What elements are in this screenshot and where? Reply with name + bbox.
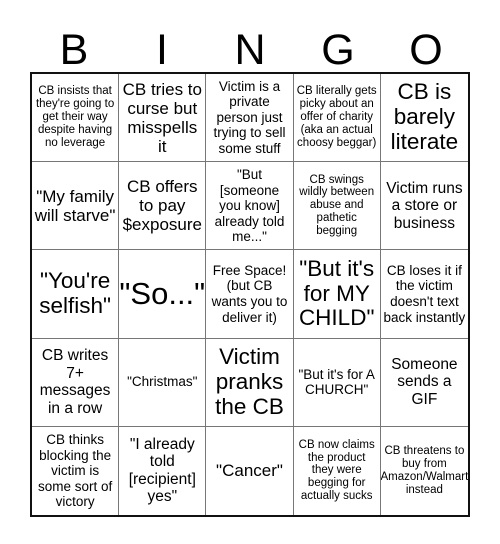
bingo-cell-text: Victim runs a store or business xyxy=(386,179,463,232)
bingo-cell-r2-c5[interactable]: Victim runs a store or business xyxy=(380,162,468,251)
header-letter-b: B xyxy=(59,26,89,74)
header-letter-o: O xyxy=(409,26,443,74)
bingo-cell-r1-c3[interactable]: Victim is a private person just trying t… xyxy=(206,74,294,163)
bingo-cell-r1-c5[interactable]: CB is barely literate xyxy=(380,74,468,163)
bingo-cell-text: Someone sends a GIF xyxy=(391,355,458,408)
bingo-header: B I N G O xyxy=(30,28,470,72)
bingo-cell-r2-c2[interactable]: CB offers to pay $exposure xyxy=(119,162,207,251)
bingo-cell-r4-c5[interactable]: Someone sends a GIF xyxy=(380,339,468,427)
bingo-cell-r5-c5[interactable]: CB threatens to buy from Amazon/Walmart … xyxy=(381,427,468,515)
bingo-cell-text: CB threatens to buy from Amazon/Walmart … xyxy=(380,445,468,496)
bingo-cell-text: CB loses it if the victim doesn't text b… xyxy=(383,262,466,325)
bingo-cell-r5-c1[interactable]: CB thinks blocking the victim is some so… xyxy=(32,426,120,515)
bingo-cell-r3-c5[interactable]: CB loses it if the victim doesn't text b… xyxy=(380,250,468,339)
bingo-cell-text: Victim pranks the CB xyxy=(215,344,284,419)
bingo-cell-text: "But it's for MY CHILD" xyxy=(298,255,375,331)
bingo-cell-r2-c4[interactable]: CB swings wildly between abuse and pathe… xyxy=(293,162,381,251)
bingo-cell-r2-c3[interactable]: "But [someone you know] already told me.… xyxy=(206,162,294,251)
bingo-cell-text: CB is barely literate xyxy=(390,79,459,154)
bingo-cell-text: CB literally gets picky about an offer o… xyxy=(296,85,377,149)
bingo-cell-r4-c1[interactable]: CB writes 7+ messages in a row xyxy=(32,338,120,427)
bingo-cell-text: CB offers to pay $exposure xyxy=(122,177,202,235)
bingo-cell-r5-c3[interactable]: "Cancer" xyxy=(206,426,294,515)
bingo-cell-text: "Christmas" xyxy=(127,374,198,390)
bingo-cell-r4-c3[interactable]: Victim pranks the CB xyxy=(206,338,294,427)
bingo-cell-r2-c1[interactable]: "My family will starve" xyxy=(32,162,120,251)
header-letter-i: I xyxy=(156,26,168,74)
bingo-cell-r3-c1[interactable]: "You're selfish" xyxy=(32,250,120,339)
bingo-cell-text: CB thinks blocking the victim is some so… xyxy=(37,432,113,510)
bingo-cell-r5-c2[interactable]: "I already told [recipient] yes" xyxy=(119,426,207,515)
bingo-cell-r3-c4[interactable]: "But it's for MY CHILD" xyxy=(293,250,381,339)
bingo-cell-r3-c2[interactable]: "So..." xyxy=(119,250,207,339)
bingo-card: CB insists that they're going to get the… xyxy=(30,72,470,517)
bingo-cell-text: "I already told [recipient] yes" xyxy=(128,435,196,506)
bingo-cell-text: Free Space! (but CB wants you to deliver… xyxy=(211,262,288,325)
bingo-cell-text: CB insists that they're going to get the… xyxy=(35,85,115,149)
bingo-cell-text: CB now claims the product they were begg… xyxy=(298,438,375,503)
bingo-cell-r4-c4[interactable]: "But it's for A CHURCH" xyxy=(293,338,381,427)
bingo-cell-text: CB writes 7+ messages in a row xyxy=(39,347,111,417)
bingo-cell-text: Victim is a private person just trying t… xyxy=(213,78,286,156)
bingo-cell-text: "Cancer" xyxy=(216,461,283,481)
bingo-cell-r1-c1[interactable]: CB insists that they're going to get the… xyxy=(32,74,120,163)
bingo-cell-r5-c4[interactable]: CB now claims the product they were begg… xyxy=(294,426,381,515)
bingo-cell-text: CB tries to curse but misspells it xyxy=(122,79,202,156)
bingo-cell-text: "My family will starve" xyxy=(34,186,116,225)
bingo-cell-text: "But it's for A CHURCH" xyxy=(298,366,375,398)
bingo-cell-r1-c4[interactable]: CB literally gets picky about an offer o… xyxy=(293,74,381,163)
bingo-cell-r1-c2[interactable]: CB tries to curse but misspells it xyxy=(119,74,207,163)
bingo-cell-text: "You're selfish" xyxy=(39,268,111,318)
bingo-cell-text: "But [someone you know] already told me.… xyxy=(214,167,285,245)
bingo-cell-r4-c2[interactable]: "Christmas" xyxy=(119,338,207,427)
header-letter-n: N xyxy=(234,26,266,74)
header-letter-g: G xyxy=(321,26,355,74)
bingo-cell-text: "So..." xyxy=(119,276,206,312)
bingo-cell-r3-c3-free-space[interactable]: Free Space! (but CB wants you to deliver… xyxy=(206,250,294,339)
bingo-cell-text: CB swings wildly between abuse and pathe… xyxy=(299,173,375,238)
